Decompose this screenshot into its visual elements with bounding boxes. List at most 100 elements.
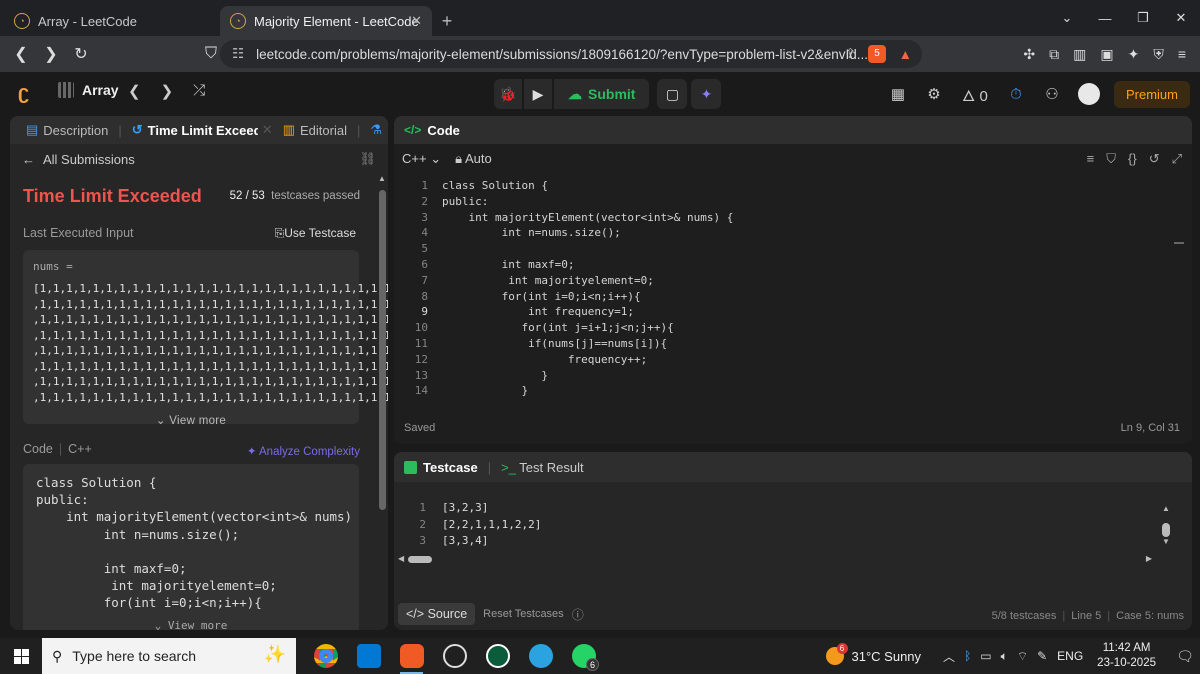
leo-ai-icon[interactable]: ✦ bbox=[1128, 46, 1140, 63]
chrome-app[interactable] bbox=[304, 638, 347, 674]
reload-button[interactable]: ↻ bbox=[66, 39, 96, 69]
language-select[interactable]: C++ ⌄ bbox=[402, 151, 441, 167]
tab-submission-result[interactable]: ↺Time Limit Exceeded bbox=[126, 122, 258, 138]
vpn-icon[interactable]: ⛨ bbox=[1153, 46, 1164, 63]
testcase-scrollbar[interactable]: ▲ ▼ bbox=[1162, 504, 1172, 546]
weather-widget[interactable]: 6 31°C Sunny bbox=[825, 643, 921, 665]
source-button[interactable]: </> Source bbox=[398, 603, 476, 625]
back-button[interactable]: ❮ bbox=[6, 39, 36, 69]
next-problem-button[interactable]: ❯ bbox=[161, 82, 174, 100]
tab-test-result[interactable]: >_ Test Result bbox=[501, 460, 584, 475]
whatsapp-app[interactable]: 6 bbox=[562, 638, 605, 674]
help-icon[interactable]: ⓘ bbox=[572, 606, 584, 623]
menu-icon[interactable]: ≡ bbox=[1178, 46, 1186, 62]
leetcode-logo-icon[interactable]: ʗ bbox=[18, 82, 40, 104]
notification-icon[interactable]: 🗨︎ bbox=[1170, 648, 1200, 665]
code-line: int n=nums.size(); bbox=[442, 226, 621, 240]
pen-icon[interactable]: ✎ bbox=[1037, 649, 1047, 663]
timer-icon[interactable]: ⏱ bbox=[998, 86, 1034, 103]
brave-app[interactable] bbox=[390, 638, 433, 674]
tab-testcase[interactable]: Testcase bbox=[404, 460, 478, 475]
vscode-app[interactable] bbox=[347, 638, 390, 674]
restore-button[interactable]: ❐ bbox=[1124, 0, 1162, 36]
battery-icon[interactable]: ▭ bbox=[980, 649, 991, 663]
chevron-up-icon[interactable]: ︿ bbox=[943, 648, 955, 665]
code-lines: class Solution {public: int majorityElem… bbox=[442, 178, 733, 399]
tab-solutions[interactable]: ⚗ bbox=[364, 122, 388, 138]
code-editor[interactable]: 1 2 3 4 5 6 7 8 9 10 11 12 13 14 class Solution {publ… bbox=[394, 178, 1184, 404]
horizontal-scrollbar[interactable] bbox=[408, 556, 432, 563]
tab-editorial[interactable]: ▥ Editorial bbox=[277, 122, 353, 138]
chatgpt-icon bbox=[442, 644, 467, 668]
settings-gear-icon[interactable]: ⚙ bbox=[916, 85, 952, 103]
use-testcase-button[interactable]: ⎘Use Testcase bbox=[275, 226, 356, 241]
brave-rewards-icon[interactable]: ▲ bbox=[899, 47, 912, 62]
close-window-button[interactable]: ✕ bbox=[1162, 0, 1200, 36]
notes-button[interactable]: ▢ bbox=[657, 79, 688, 109]
fullscreen-icon[interactable]: ⤢ bbox=[1172, 151, 1182, 167]
code-line: } bbox=[442, 384, 529, 398]
submit-button[interactable]: ☁ Submit bbox=[554, 79, 650, 109]
close-tab-icon[interactable]: ✕ bbox=[258, 122, 277, 138]
run-button[interactable]: ▶ bbox=[524, 79, 552, 109]
all-submissions-link[interactable]: ← All Submissions ⛓ bbox=[10, 144, 388, 174]
volume-icon[interactable]: 🔈︎ bbox=[1001, 649, 1008, 664]
new-tab-button[interactable]: + bbox=[432, 6, 462, 36]
left-scrollbar[interactable]: ▲ bbox=[378, 174, 386, 626]
scroll-left-arrow[interactable]: ◀ bbox=[398, 554, 404, 563]
screenshot-icon[interactable]: ⧉ bbox=[1049, 46, 1059, 63]
reset-code-icon[interactable]: ↺ bbox=[1149, 151, 1160, 167]
cursor-position: Ln 9, Col 31 bbox=[1120, 422, 1180, 434]
reset-testcases-button[interactable]: Reset Testcases bbox=[483, 608, 564, 620]
layout-icon[interactable]: ▦ bbox=[880, 85, 916, 103]
problem-list-button[interactable]: Array bbox=[58, 82, 119, 98]
mongodb-app[interactable] bbox=[476, 638, 519, 674]
testcase-input[interactable]: 1 [3,2,3] 2 [2,2,1,1,1,2,2] 3 [3,3,4] bbox=[394, 500, 541, 550]
testcase-icon: ⎘ bbox=[274, 226, 285, 240]
chevron-down-icon[interactable]: ⌄ bbox=[1048, 0, 1086, 36]
add-friend-icon[interactable]: ⚇ bbox=[1034, 85, 1070, 103]
system-clock[interactable]: 11:42 AM 23-10-2025 bbox=[1097, 641, 1156, 671]
bluetooth-icon[interactable]: ᛒ bbox=[964, 649, 971, 663]
prev-problem-button[interactable]: ❮ bbox=[128, 82, 141, 100]
link-icon[interactable]: ⛓ bbox=[359, 151, 376, 167]
start-button[interactable] bbox=[0, 638, 42, 674]
minimize-button[interactable]: — bbox=[1086, 0, 1124, 36]
streak-counter[interactable]: 🜂 0 bbox=[952, 79, 998, 110]
ai-assist-button[interactable]: ✦ bbox=[691, 79, 722, 109]
terminal-icon: >_ bbox=[501, 459, 516, 475]
browser-tab-majority-element[interactable]: ◔ Majority Element - LeetCode ✕ bbox=[220, 6, 432, 36]
history-icon: ↺ bbox=[131, 122, 143, 137]
line-number: 1 bbox=[421, 179, 428, 192]
braces-icon[interactable]: {} bbox=[1128, 151, 1137, 167]
language-indicator[interactable]: ENG bbox=[1057, 649, 1083, 663]
brave-shield-icon[interactable]: 5 bbox=[868, 45, 886, 63]
share-icon[interactable]: ⇪ bbox=[845, 46, 856, 62]
testcases-passed: 52 / 53 testcases passed bbox=[229, 190, 360, 202]
format-icon[interactable]: ≡ bbox=[1087, 151, 1095, 167]
taskbar-search[interactable]: ⚲ Type here to search ✨ bbox=[42, 638, 296, 674]
brave-icon bbox=[399, 644, 424, 668]
view-more-button[interactable]: ⌄ View more bbox=[33, 413, 349, 427]
extensions-icon[interactable]: ✣ bbox=[1023, 46, 1035, 63]
sidebar-icon[interactable]: ▥ bbox=[1073, 46, 1086, 63]
view-more-code-button[interactable]: ⌄ View more bbox=[23, 617, 359, 630]
bookmark-icon[interactable]: ⛉ bbox=[1106, 151, 1116, 167]
scroll-right-arrow[interactable]: ▶ bbox=[1146, 554, 1152, 563]
premium-button[interactable]: Premium bbox=[1113, 80, 1190, 108]
tab-description[interactable]: ▤ Description bbox=[20, 122, 114, 138]
chatgpt-app[interactable] bbox=[433, 638, 476, 674]
wifi-icon[interactable]: ⌔ bbox=[1017, 649, 1028, 664]
auto-mode-toggle[interactable]: 🔒︎ Auto bbox=[455, 151, 492, 167]
url-field[interactable]: ☷ leetcode.com/problems/majority-element… bbox=[220, 40, 922, 68]
browser-tab-array[interactable]: ◔ Array - LeetCode bbox=[4, 6, 216, 36]
avatar[interactable] bbox=[1077, 83, 1100, 105]
forward-button[interactable]: ❯ bbox=[36, 39, 66, 69]
analyze-complexity-button[interactable]: ✦ Analyze Complexity bbox=[247, 444, 360, 458]
telegram-app[interactable] bbox=[519, 638, 562, 674]
site-info-icon[interactable]: ☷ bbox=[232, 46, 244, 62]
close-tab-icon[interactable]: ✕ bbox=[411, 13, 422, 29]
debug-button[interactable]: 🐞 bbox=[494, 79, 522, 109]
wallet-icon[interactable]: ▣ bbox=[1100, 46, 1113, 63]
random-problem-icon[interactable]: ⤮ bbox=[193, 82, 205, 100]
